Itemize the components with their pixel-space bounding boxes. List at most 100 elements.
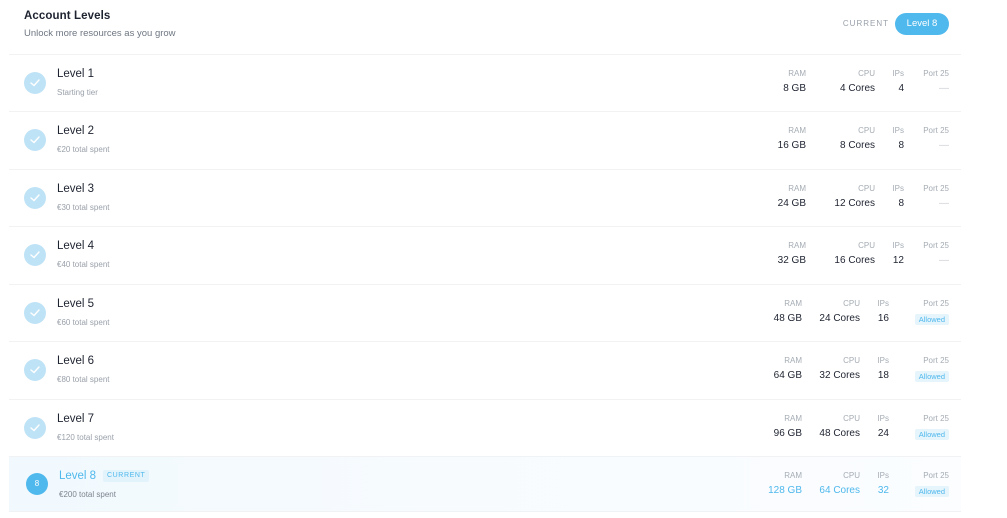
cpu-stat: CPU 12 Cores xyxy=(834,184,875,210)
ram-stat-value: 48 GB xyxy=(773,313,802,324)
levels-list: Level 1 Starting tier RAM 8 GB CPU 4 Cores IPs… xyxy=(9,55,961,512)
level-name: Level 7 xyxy=(57,413,95,425)
level-requirement: €60 total spent xyxy=(57,318,110,327)
ips-stat-value: 12 xyxy=(892,255,904,266)
cpu-stat: CPU 24 Cores xyxy=(819,299,860,325)
ips-stat-label: IPs xyxy=(877,299,889,308)
port25-stat-value: — xyxy=(939,255,949,266)
cpu-stat-label: CPU xyxy=(858,69,875,78)
current-level-badge: Level 8 xyxy=(895,13,949,35)
port25-stat: Port 25 Allowed xyxy=(914,356,949,384)
ram-stat: RAM 128 GB xyxy=(768,471,802,497)
ram-stat-value: 128 GB xyxy=(768,485,802,496)
page-title: Account Levels xyxy=(24,10,111,22)
current-label: CURRENT xyxy=(842,19,889,28)
port25-stat-label: Port 25 xyxy=(923,356,949,365)
ips-stat-label: IPs xyxy=(877,471,889,480)
level-name: Level 8 xyxy=(59,470,97,482)
level-name: Level 4 xyxy=(57,240,95,252)
level-name: Level 1 xyxy=(57,68,95,80)
allowed-badge: Allowed xyxy=(914,429,949,440)
port25-stat-label: Port 25 xyxy=(923,69,949,78)
port25-stat-label: Port 25 xyxy=(923,471,949,480)
cpu-stat-value: 24 Cores xyxy=(819,313,860,324)
account-levels-panel: Account Levels Unlock more resources as … xyxy=(9,0,961,518)
port25-stat-value: — xyxy=(939,140,949,151)
port25-stat-value: — xyxy=(939,198,949,209)
level-row: Level 6 €80 total spent RAM 64 GB CPU 32 Core… xyxy=(9,342,961,400)
level-row: 8 Level 8 CURRENT €200 total spent RAM 128 GB… xyxy=(9,457,961,512)
ips-stat-value: 8 xyxy=(898,198,904,209)
cpu-stat-value: 12 Cores xyxy=(834,198,875,209)
ram-stat-label: RAM xyxy=(788,126,806,135)
port25-stat-label: Port 25 xyxy=(923,126,949,135)
level-requirement: €80 total spent xyxy=(57,375,110,384)
cpu-stat-label: CPU xyxy=(858,241,875,250)
ram-stat: RAM 96 GB xyxy=(774,414,802,440)
ips-stat-value: 8 xyxy=(898,140,904,151)
level-requirement: €40 total spent xyxy=(57,260,110,269)
ips-stat-label: IPs xyxy=(892,184,904,193)
cpu-stat-label: CPU xyxy=(843,299,860,308)
ram-stat-label: RAM xyxy=(788,69,806,78)
allowed-badge: Allowed xyxy=(914,371,949,382)
ram-stat-label: RAM xyxy=(784,356,802,365)
checkmark-icon xyxy=(24,72,46,94)
port25-stat: Port 25 — xyxy=(923,241,949,267)
cpu-stat-label: CPU xyxy=(843,414,860,423)
ram-stat-value: 64 GB xyxy=(773,370,802,381)
ram-stat: RAM 32 GB xyxy=(778,241,806,267)
ips-stat: IPs 8 xyxy=(892,184,904,210)
level-row: Level 7 €120 total spent RAM 96 GB CPU 48 Cor… xyxy=(9,400,961,457)
checkmark-icon xyxy=(24,187,46,209)
ips-stat-label: IPs xyxy=(892,241,904,250)
ram-stat: RAM 16 GB xyxy=(778,126,806,152)
level-requirement: €120 total spent xyxy=(57,433,114,442)
ram-stat-value: 24 GB xyxy=(777,198,806,209)
cpu-stat-value: 64 Cores xyxy=(819,485,860,496)
port25-stat-label: Port 25 xyxy=(923,241,949,250)
ips-stat: IPs 8 xyxy=(892,126,904,152)
page-subtitle: Unlock more resources as you grow xyxy=(24,28,176,39)
ips-stat: IPs 18 xyxy=(877,356,889,382)
ips-stat-label: IPs xyxy=(892,69,904,78)
level-row: Level 1 Starting tier RAM 8 GB CPU 4 Cores IPs… xyxy=(9,55,961,112)
port25-stat: Port 25 Allowed xyxy=(914,414,949,442)
cpu-stat-label: CPU xyxy=(843,471,860,480)
level-name: Level 5 xyxy=(57,298,95,310)
ram-stat-label: RAM xyxy=(788,184,806,193)
level-requirement: €30 total spent xyxy=(57,203,110,212)
port25-stat-label: Port 25 xyxy=(923,414,949,423)
cpu-stat: CPU 48 Cores xyxy=(819,414,860,440)
ram-stat-label: RAM xyxy=(784,299,802,308)
ips-stat: IPs 16 xyxy=(877,299,889,325)
ips-stat-value: 24 xyxy=(877,428,889,439)
checkmark-icon xyxy=(24,359,46,381)
ram-stat-label: RAM xyxy=(788,241,806,250)
ips-stat: IPs 4 xyxy=(892,69,904,95)
ram-stat: RAM 48 GB xyxy=(774,299,802,325)
port25-stat: Port 25 — xyxy=(923,69,949,95)
ips-stat: IPs 12 xyxy=(892,241,904,267)
cpu-stat-value: 48 Cores xyxy=(819,428,860,439)
level-number-badge: 8 xyxy=(26,473,48,495)
cpu-stat: CPU 16 Cores xyxy=(834,241,875,267)
ram-stat: RAM 64 GB xyxy=(774,356,802,382)
cpu-stat: CPU 4 Cores xyxy=(840,69,875,95)
ips-stat-value: 32 xyxy=(877,485,889,496)
checkmark-icon xyxy=(24,129,46,151)
cpu-stat-label: CPU xyxy=(858,184,875,193)
checkmark-icon xyxy=(24,417,46,439)
cpu-stat-value: 8 Cores xyxy=(839,140,875,151)
ram-stat-value: 8 GB xyxy=(783,83,806,94)
allowed-badge: Allowed xyxy=(914,486,949,497)
ram-stat-label: RAM xyxy=(784,471,802,480)
panel-header: Account Levels Unlock more resources as … xyxy=(9,0,961,55)
ram-stat: RAM 24 GB xyxy=(778,184,806,210)
cpu-stat-value: 32 Cores xyxy=(819,370,860,381)
ips-stat-label: IPs xyxy=(892,126,904,135)
ips-stat-label: IPs xyxy=(877,414,889,423)
cpu-stat-value: 4 Cores xyxy=(839,83,875,94)
ips-stat: IPs 24 xyxy=(877,414,889,440)
ram-stat: RAM 8 GB xyxy=(783,69,806,95)
